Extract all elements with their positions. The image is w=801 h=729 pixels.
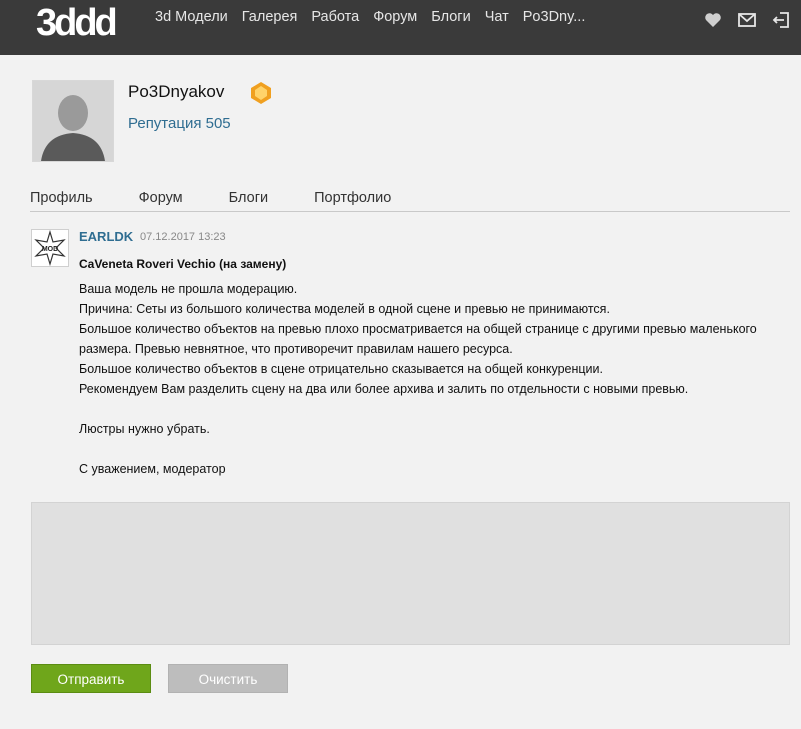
- nav-blogs[interactable]: Блоги: [431, 9, 470, 25]
- message-line: Рекомендуем Вам разделить сцену на два и…: [79, 382, 689, 396]
- clear-button[interactable]: Очистить: [168, 664, 288, 693]
- svg-text:3ddd: 3ddd: [36, 2, 116, 42]
- nav-gallery[interactable]: Галерея: [242, 9, 298, 25]
- nav-3d-models[interactable]: 3d Модели: [155, 9, 228, 25]
- message-author[interactable]: EARLDK: [79, 229, 133, 244]
- message-line: [79, 399, 791, 419]
- heart-icon[interactable]: [703, 10, 723, 30]
- message-line: Ваша модель не прошла модерацию.: [79, 282, 298, 296]
- user-avatar[interactable]: [32, 80, 114, 162]
- logout-icon[interactable]: [771, 10, 791, 30]
- rank-badge-icon: [249, 81, 273, 110]
- mail-icon[interactable]: [737, 10, 757, 30]
- message-subject: CaVeneta Roveri Vechio (на замену): [79, 257, 287, 271]
- message-line: С уважением, модератор: [79, 462, 226, 476]
- tab-forum[interactable]: Форум: [139, 190, 183, 206]
- tab-blogs[interactable]: Блоги: [229, 190, 268, 206]
- profile-tabs: Профиль Форум Блоги Портфолио: [30, 190, 391, 206]
- reputation-label: Репутация 505: [128, 115, 231, 132]
- message-date: 07.12.2017 13:23: [140, 231, 226, 243]
- moderator-avatar[interactable]: MOD: [31, 229, 69, 267]
- top-icons: [703, 10, 791, 30]
- profile-username: Po3Dnyakov: [128, 82, 225, 101]
- message-body: Ваша модель не прошла модерацию. Причина…: [79, 279, 791, 479]
- main-nav: 3d Модели Галерея Работа Форум Блоги Чат…: [155, 9, 599, 25]
- tab-profile[interactable]: Профиль: [30, 190, 93, 206]
- tab-portfolio[interactable]: Портфолио: [314, 190, 391, 206]
- send-button[interactable]: Отправить: [31, 664, 151, 693]
- nav-chat[interactable]: Чат: [485, 9, 509, 25]
- message-line: Причина: Сеты из большого количества мод…: [79, 302, 610, 316]
- message-line: Большое количество объектов на превью пл…: [79, 322, 757, 356]
- tabs-divider: [30, 211, 790, 212]
- message-line: [79, 439, 791, 459]
- svg-text:MOD: MOD: [42, 246, 58, 253]
- nav-forum[interactable]: Форум: [373, 9, 417, 25]
- message-line: Люстры нужно убрать.: [79, 422, 210, 436]
- message-line: Большое количество объектов в сцене отри…: [79, 362, 603, 376]
- nav-work[interactable]: Работа: [311, 9, 359, 25]
- site-logo[interactable]: 3ddd: [36, 2, 136, 47]
- reply-textarea[interactable]: [31, 502, 790, 645]
- top-bar: 3ddd 3d Модели Галерея Работа Форум Блог…: [0, 0, 801, 55]
- nav-user[interactable]: Po3Dny...: [523, 9, 586, 25]
